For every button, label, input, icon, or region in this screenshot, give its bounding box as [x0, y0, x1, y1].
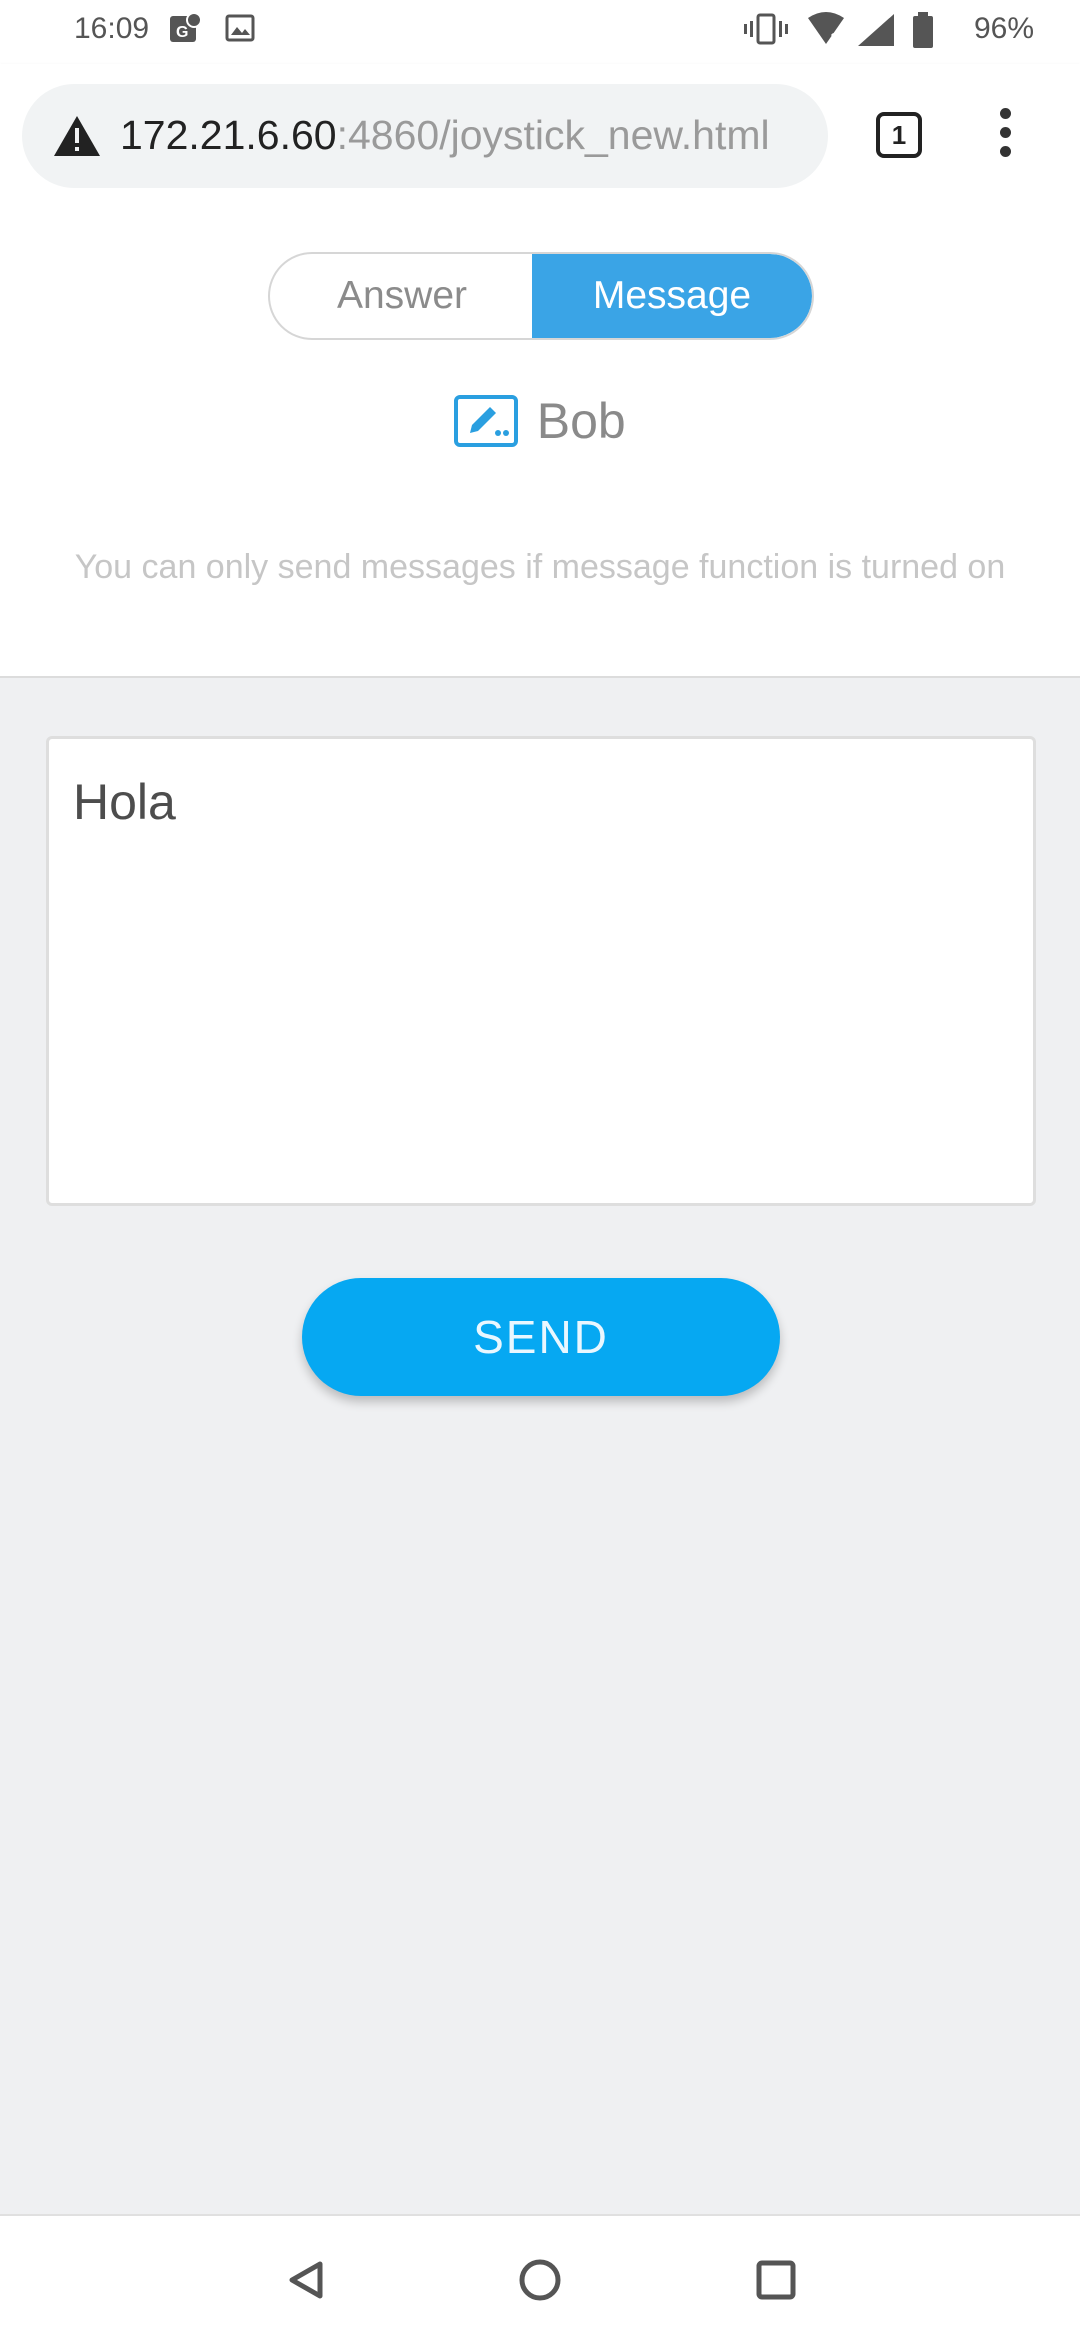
back-icon[interactable] [276, 2250, 336, 2310]
svg-text:G: G [176, 24, 188, 41]
browser-toolbar: 172.21.6.60:4860/joystick_new.html 1 [0, 64, 1080, 210]
mode-toggle: Answer Message [268, 252, 814, 340]
message-input[interactable]: Hola [46, 736, 1036, 1206]
url-text[interactable]: 172.21.6.60:4860/joystick_new.html [120, 112, 770, 159]
warning-icon[interactable] [52, 114, 102, 158]
url-path: :4860/joystick_new.html [336, 112, 770, 158]
home-icon[interactable] [510, 2250, 570, 2310]
status-bar: 16:09 G 96% [0, 0, 1080, 64]
url-host: 172.21.6.60 [120, 112, 337, 158]
user-name: Bob [536, 393, 626, 449]
recents-icon[interactable] [746, 2250, 806, 2310]
edit-icon[interactable] [454, 395, 519, 447]
address-bar[interactable]: 172.21.6.60:4860/joystick_new.html [22, 84, 828, 188]
tab-switcher-button[interactable]: 1 [876, 112, 922, 158]
tab-message[interactable]: Message [532, 254, 812, 338]
location-icon: G [170, 12, 202, 42]
status-time: 16:09 [74, 12, 150, 45]
battery-percent: 96% [973, 12, 1034, 45]
battery-icon [913, 12, 933, 48]
tab-answer[interactable]: Answer [270, 254, 534, 338]
wifi-icon [808, 12, 844, 46]
image-icon [225, 14, 255, 42]
overflow-menu-icon[interactable] [990, 108, 1020, 164]
send-button[interactable]: SEND [302, 1278, 780, 1396]
system-nav-bar [0, 2214, 1080, 2342]
vibrate-icon [744, 13, 788, 45]
hint-text: You can only send messages if message fu… [74, 548, 1006, 586]
header-panel: Answer Message Bob You can only send mes… [0, 210, 1080, 678]
signal-icon [858, 14, 894, 46]
user-row: Bob [0, 392, 1080, 450]
